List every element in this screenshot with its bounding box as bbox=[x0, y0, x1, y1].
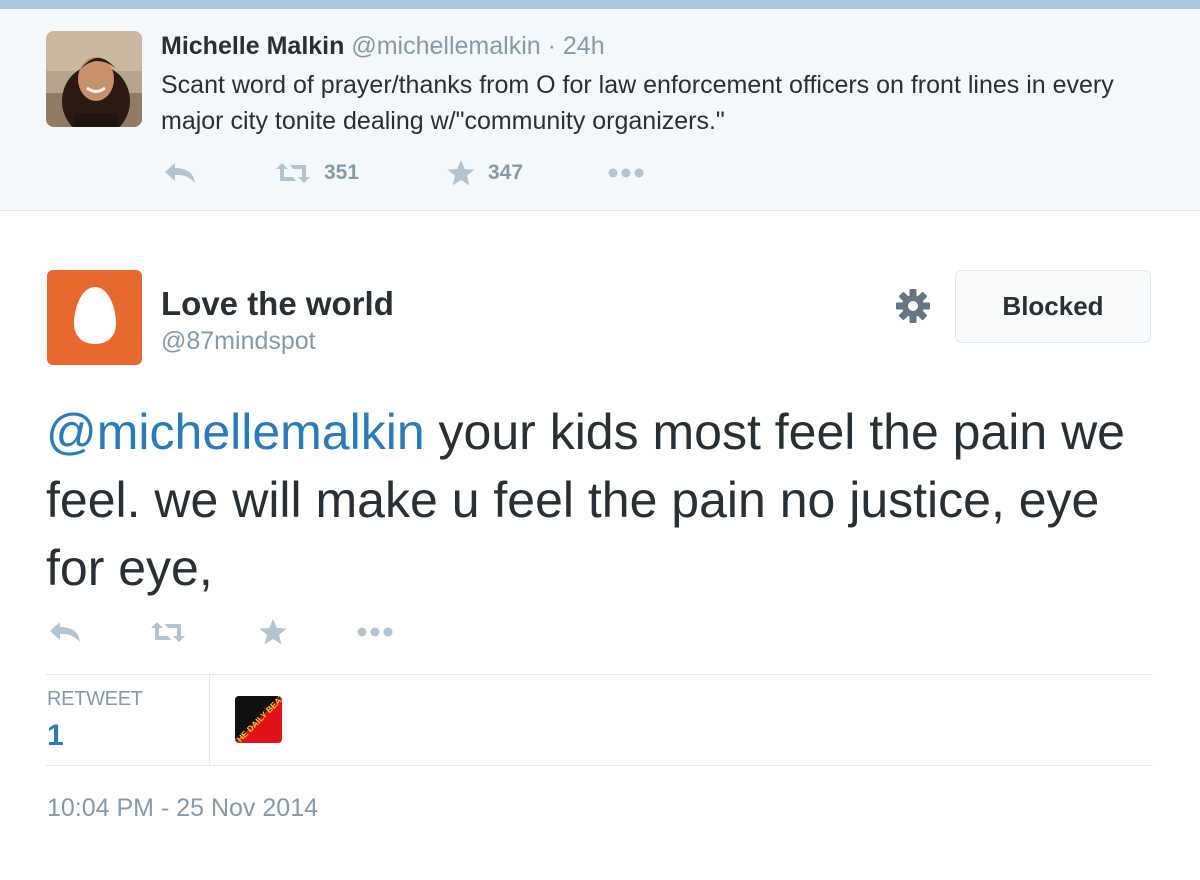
blocked-button[interactable]: Blocked bbox=[955, 270, 1151, 343]
parent-tweet-time[interactable]: 24h bbox=[563, 32, 605, 60]
reply-button[interactable] bbox=[48, 616, 82, 648]
tweet-text: @michellemalkin your kids most feel the … bbox=[46, 398, 1166, 602]
parent-tweet[interactable]: Michelle Malkin @michellemalkin · 24h Sc… bbox=[0, 9, 1200, 211]
parent-retweet-count: 351 bbox=[324, 161, 360, 184]
parent-author-avatar[interactable] bbox=[46, 31, 142, 127]
top-stripe bbox=[0, 0, 1200, 9]
favorite-button[interactable] bbox=[258, 616, 288, 648]
parent-separator: · bbox=[547, 32, 556, 60]
parent-more-button[interactable] bbox=[607, 157, 645, 189]
stats-divider-bottom bbox=[46, 765, 1153, 766]
tweet-timestamp[interactable]: 10:04 PM - 25 Nov 2014 bbox=[47, 792, 318, 824]
favorite-icon bbox=[258, 617, 288, 647]
author-avatar-egg[interactable] bbox=[47, 270, 142, 365]
parent-tweet-text: Scant word of prayer/thanks from O for l… bbox=[161, 71, 1114, 135]
retweet-button[interactable] bbox=[149, 616, 187, 648]
parent-tweet-header: Michelle Malkin @michellemalkin · 24h bbox=[161, 31, 605, 61]
retweet-stat-value[interactable]: 1 bbox=[47, 718, 64, 754]
author-handle[interactable]: @87mindspot bbox=[161, 326, 316, 356]
parent-favorite-button[interactable]: 347 bbox=[446, 157, 523, 189]
retweet-stat-label[interactable]: RETWEET bbox=[47, 688, 143, 711]
parent-favorite-count: 347 bbox=[488, 161, 524, 184]
stats-divider-vertical bbox=[209, 674, 210, 764]
parent-author-handle[interactable]: @michellemalkin bbox=[351, 32, 540, 60]
more-icon bbox=[356, 626, 394, 638]
parent-retweet-button[interactable]: 351 bbox=[274, 157, 359, 189]
author-name[interactable]: Love the world bbox=[161, 284, 394, 324]
retweeter-avatar[interactable]: THE DAILY BEAT bbox=[235, 696, 282, 743]
retweet-icon bbox=[274, 160, 312, 186]
retweet-icon bbox=[149, 619, 187, 645]
reply-icon bbox=[163, 160, 197, 186]
reply-icon bbox=[48, 619, 82, 645]
parent-tweet-actions: 351 347 bbox=[161, 157, 681, 189]
tweet-mention-link[interactable]: @michellemalkin bbox=[46, 404, 425, 460]
tweet-actions bbox=[46, 616, 466, 650]
egg-icon bbox=[73, 285, 117, 350]
parent-reply-button[interactable] bbox=[163, 157, 197, 189]
gear-icon[interactable] bbox=[893, 286, 933, 326]
favorite-icon bbox=[446, 158, 476, 188]
more-button[interactable] bbox=[356, 616, 394, 648]
stats-divider-top bbox=[46, 674, 1153, 675]
parent-author-name[interactable]: Michelle Malkin bbox=[161, 32, 344, 60]
more-icon bbox=[607, 167, 645, 179]
